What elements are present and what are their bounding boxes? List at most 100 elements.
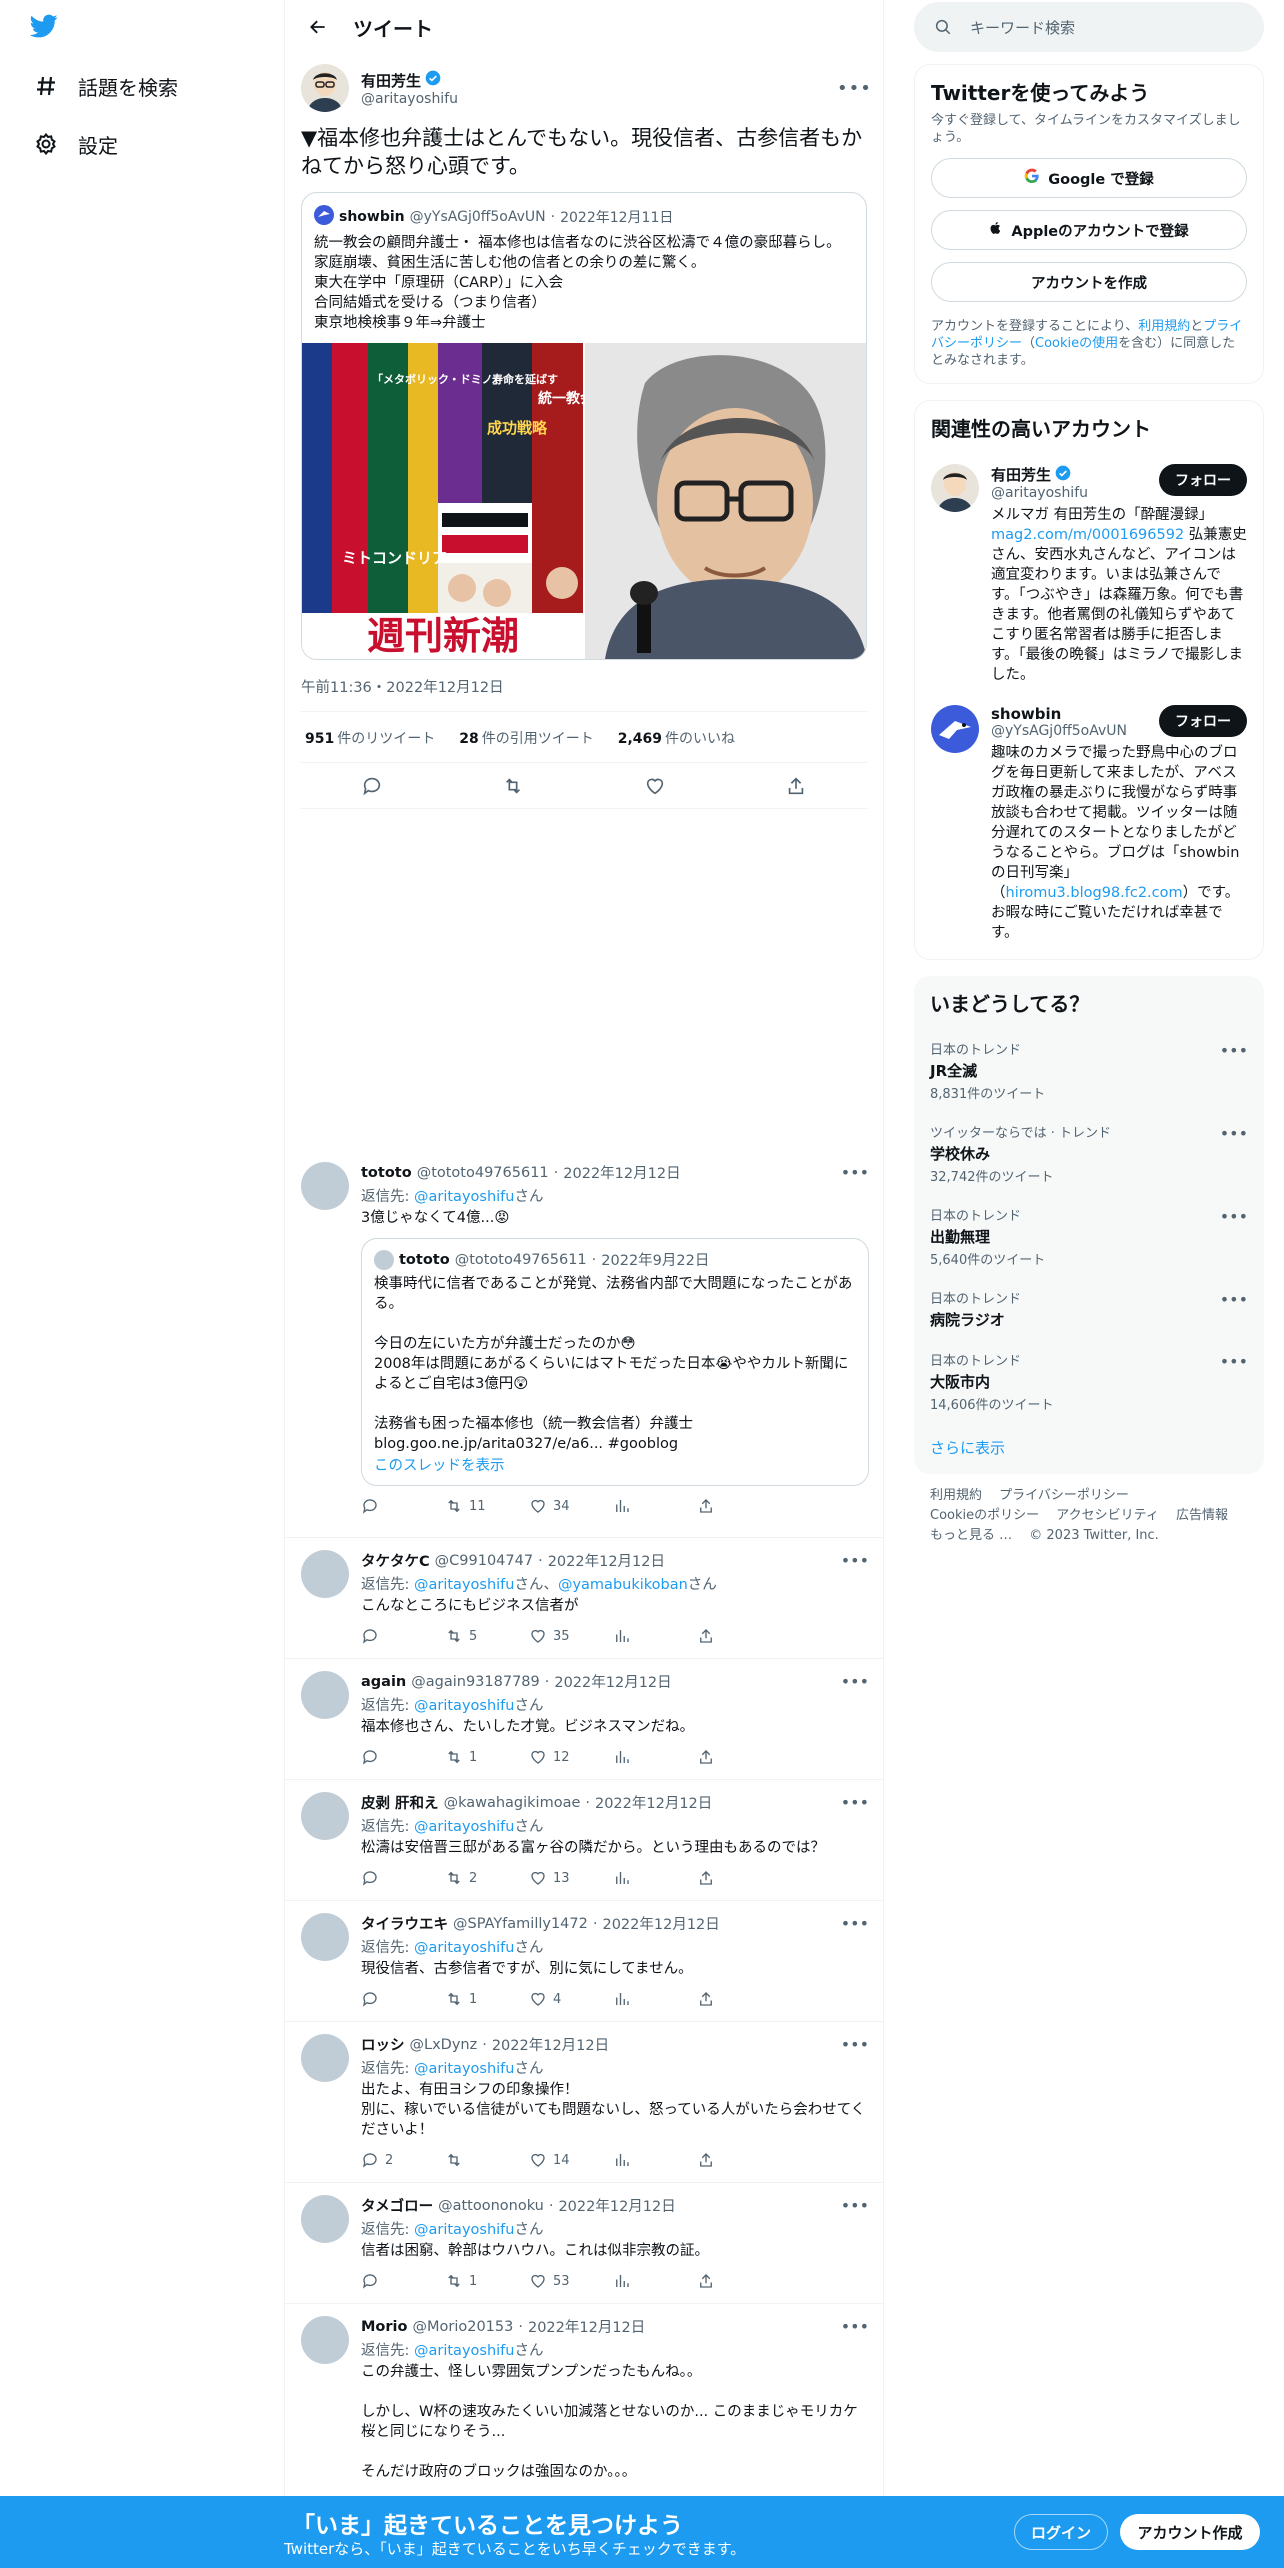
create-account-button[interactable]: アカウントを作成 [931, 262, 1247, 302]
like-icon[interactable]: 34 [529, 1497, 613, 1515]
share-icon[interactable] [697, 1990, 781, 2008]
more-options-icon[interactable]: ••• [837, 78, 871, 99]
reply-author-name[interactable]: again [361, 1674, 406, 1690]
reply-date[interactable]: 2022年12月12日 [554, 1671, 671, 1692]
views-icon[interactable] [613, 1627, 697, 1645]
quoted-tweet[interactable]: tototo @tototo49765611 · 2022年9月22日 検事時代に信者… [361, 1238, 869, 1486]
avatar[interactable] [301, 64, 349, 112]
related-account[interactable]: 有田芳生 @aritayoshifu フォロー メルマガ 有田芳生の「酔醒漫録」… [915, 454, 1263, 695]
retweet-icon[interactable]: 5 [445, 1627, 529, 1645]
retweet-icon[interactable] [445, 2151, 529, 2169]
reply-to-link[interactable]: @yamabukikoban [558, 1577, 688, 1593]
like-icon[interactable]: 35 [529, 1627, 613, 1645]
reply-date[interactable]: 2022年12月12日 [548, 1550, 665, 1571]
retweet-icon[interactable]: 1 [445, 2272, 529, 2290]
tweet-timestamp[interactable]: 午前11:36・2022年12月12日 [301, 660, 867, 712]
show-more-link[interactable]: さらに表示 [930, 1439, 1005, 1457]
avatar[interactable] [931, 705, 979, 753]
reply-to-link[interactable]: @aritayoshifu [414, 2343, 514, 2359]
views-icon[interactable] [613, 2272, 697, 2290]
reply-tweet[interactable]: タイラウエキ @SPAYfamilly1472 · 2022年12月12日 ••• 返信… [285, 1901, 883, 2022]
more-options-icon[interactable]: ••• [841, 2317, 869, 2336]
more-options-icon[interactable]: ••• [841, 1672, 869, 1691]
show-thread-link[interactable]: このスレッドを表示 [374, 1458, 505, 1474]
avatar[interactable] [301, 1162, 349, 1210]
reply-icon[interactable] [361, 1748, 445, 1766]
reply-icon[interactable] [361, 2272, 445, 2290]
reply-date[interactable]: 2022年12月12日 [558, 2195, 675, 2216]
signup-button[interactable]: アカウント作成 [1120, 2514, 1260, 2550]
share-icon[interactable] [785, 775, 807, 797]
reply-date[interactable]: 2022年12月12日 [602, 1913, 719, 1934]
views-icon[interactable] [613, 1990, 697, 2008]
likes-stat[interactable]: 2,469 件のいいね [618, 728, 735, 748]
photo-man-glasses-image[interactable] [585, 343, 866, 659]
reply-author-name[interactable]: ロッシ [361, 2034, 405, 2055]
reply-date[interactable]: 2022年12月12日 [492, 2034, 609, 2055]
cookie-link[interactable]: Cookieの使用 [1035, 336, 1118, 351]
reply-author-name[interactable]: 皮剥 肝和え [361, 1792, 439, 1813]
reply-tweet[interactable]: タメゴロー @attoononoku · 2022年12月12日 ••• 返信先: @a… [285, 2183, 883, 2304]
reply-author-name[interactable]: タメゴロー [361, 2195, 433, 2216]
reply-icon[interactable]: 2 [361, 2151, 445, 2169]
more-options-icon[interactable]: ••• [1220, 1352, 1248, 1371]
magazine-cover-image[interactable]: 週刊新潮 「メタボリック・ドミノ」 寿命を延ばす 成功戦略 ミトコンドリア 統一… [302, 343, 583, 659]
avatar[interactable] [301, 2034, 349, 2082]
more-options-icon[interactable]: ••• [1220, 1124, 1248, 1143]
views-icon[interactable] [613, 2151, 697, 2169]
reply-to-link[interactable]: @aritayoshifu [414, 1940, 514, 1956]
more-options-icon[interactable]: ••• [841, 2196, 869, 2215]
share-icon[interactable] [697, 1869, 781, 1887]
reply-tweet[interactable]: again @again93187789 · 2022年12月12日 ••• 返信先: … [285, 1659, 883, 1780]
like-icon[interactable]: 14 [529, 2151, 613, 2169]
avatar[interactable] [301, 1671, 349, 1719]
reply-to-link[interactable]: @aritayoshifu [414, 1698, 514, 1714]
footer-link[interactable]: 利用規約 [930, 1488, 982, 1503]
trend-item[interactable]: 日本のトレンド 病院ラジオ ••• [914, 1278, 1264, 1340]
account-name[interactable]: 有田芳生 [991, 464, 1051, 485]
share-icon[interactable] [697, 1497, 781, 1515]
retweet-icon[interactable]: 1 [445, 1748, 529, 1766]
reply-author-handle[interactable]: @attoononoku [438, 2198, 544, 2214]
more-options-icon[interactable]: ••• [1220, 1041, 1248, 1060]
reply-author-handle[interactable]: @LxDynz [410, 2037, 478, 2053]
reply-icon[interactable] [361, 1869, 445, 1887]
reply-tweet[interactable]: Morio @Morio20153 · 2022年12月12日 ••• 返信先: @ar… [285, 2304, 883, 2504]
reply-author-handle[interactable]: @Morio20153 [412, 2319, 513, 2335]
reply-to-link[interactable]: @aritayoshifu [414, 2061, 514, 2077]
reply-to-link[interactable]: @aritayoshifu [414, 2222, 514, 2238]
more-options-icon[interactable]: ••• [1220, 1290, 1248, 1309]
more-options-icon[interactable]: ••• [1220, 1207, 1248, 1226]
avatar[interactable] [301, 1792, 349, 1840]
views-icon[interactable] [613, 1497, 697, 1515]
avatar[interactable] [301, 2195, 349, 2243]
like-icon[interactable]: 12 [529, 1748, 613, 1766]
nav-settings[interactable]: 設定 [32, 124, 118, 164]
retweet-icon[interactable]: 11 [445, 1497, 529, 1515]
login-button[interactable]: ログイン [1014, 2514, 1108, 2550]
trend-item[interactable]: 日本のトレンド JR全滅 8,831件のツイート ••• [914, 1029, 1264, 1112]
bio-link[interactable]: hiromu3.blog98.fc2.com [1006, 885, 1183, 901]
author-name[interactable]: 有田芳生 [361, 70, 421, 91]
apple-signup-button[interactable]: Appleのアカウントで登録 [931, 210, 1247, 250]
footer-link[interactable]: Cookieのポリシー [930, 1508, 1039, 1523]
share-icon[interactable] [697, 2272, 781, 2290]
terms-link[interactable]: 利用規約 [1138, 319, 1190, 334]
trend-item[interactable]: 日本のトレンド 大阪市内 14,606件のツイート ••• [914, 1340, 1264, 1423]
retweet-icon[interactable]: 2 [445, 1869, 529, 1887]
like-icon[interactable]: 13 [529, 1869, 613, 1887]
trend-item[interactable]: ツイッターならでは · トレンド 学校休み 32,742件のツイート ••• [914, 1112, 1264, 1195]
views-icon[interactable] [613, 1869, 697, 1887]
reply-tweet[interactable]: ロッシ @LxDynz · 2022年12月12日 ••• 返信先: @aritayos… [285, 2022, 883, 2183]
share-icon[interactable] [697, 1748, 781, 1766]
follow-button[interactable]: フォロー [1159, 705, 1247, 737]
footer-link[interactable]: もっと見る … [930, 1528, 1012, 1543]
search-input[interactable]: キーワード検索 [914, 2, 1264, 52]
retweet-icon[interactable] [502, 775, 524, 797]
google-signup-button[interactable]: Google で登録 [931, 158, 1247, 198]
reply-icon[interactable] [361, 1627, 445, 1645]
more-options-icon[interactable]: ••• [841, 2035, 869, 2054]
reply-to-link[interactable]: @aritayoshifu [414, 1577, 514, 1593]
quotes-stat[interactable]: 28 件の引用ツイート [459, 728, 593, 748]
reply-date[interactable]: 2022年12月12日 [563, 1162, 680, 1183]
